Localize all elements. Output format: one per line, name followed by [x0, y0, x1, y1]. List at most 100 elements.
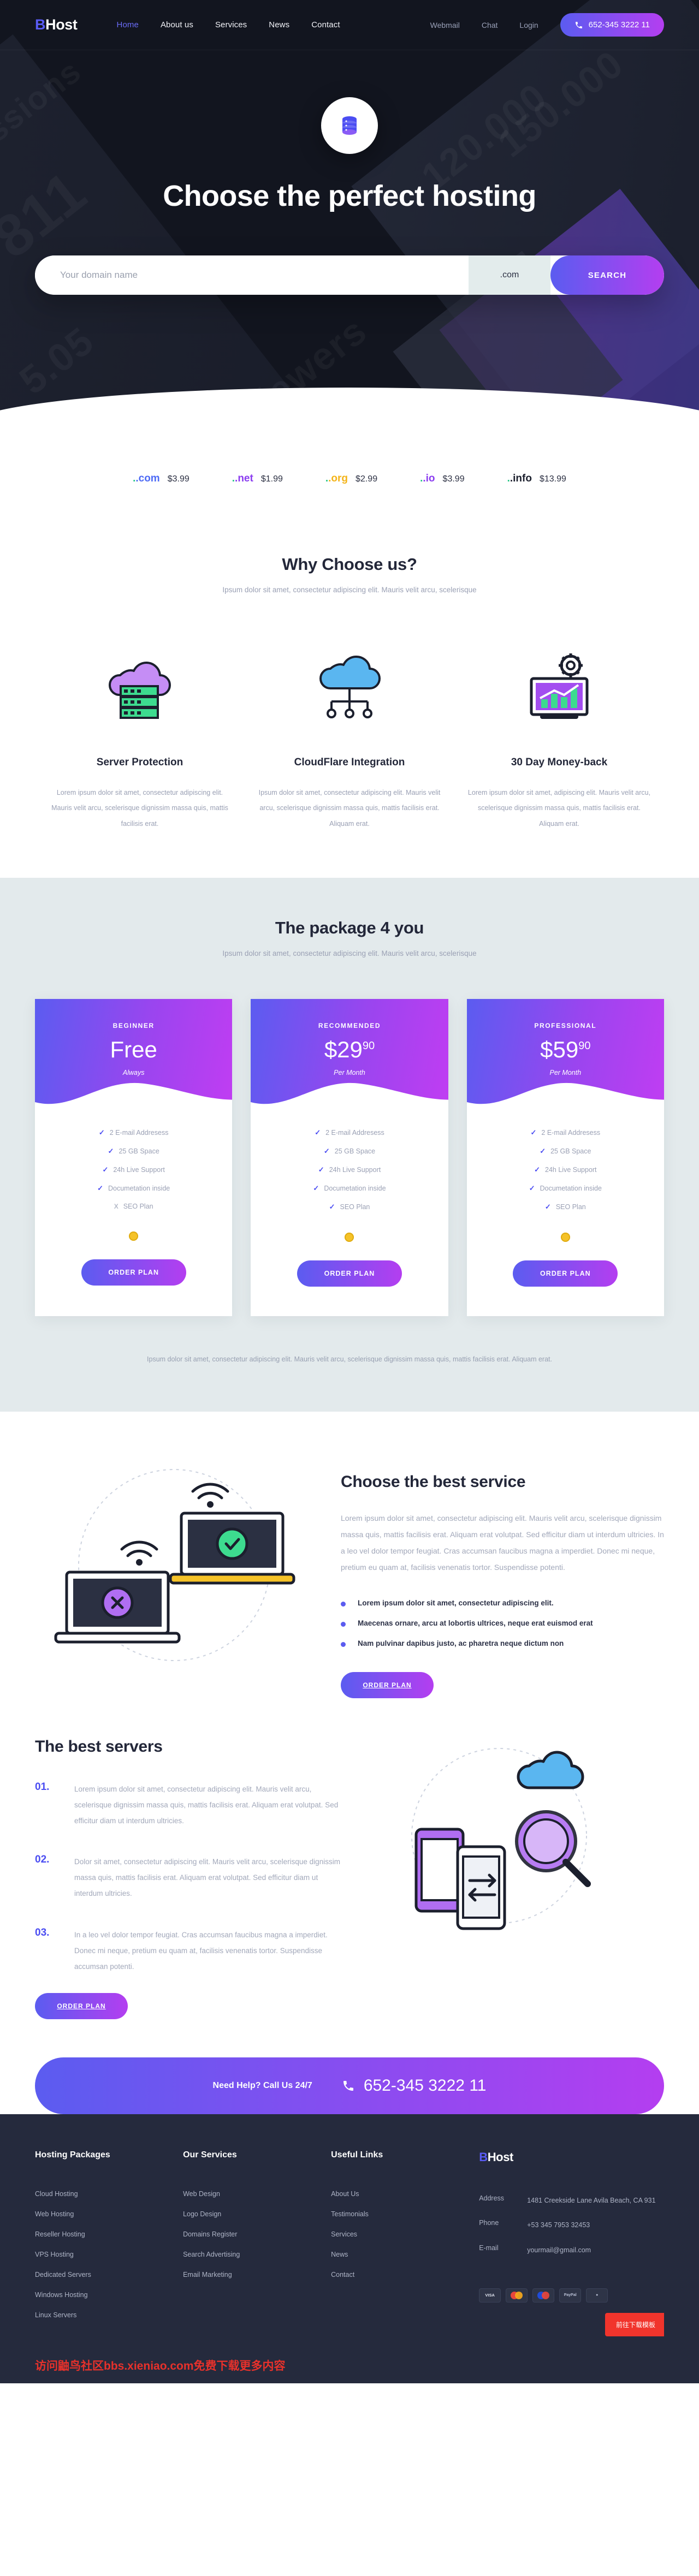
tld-price: $3.99 — [442, 474, 465, 484]
best-service-section: Choose the best service Lorem ipsum dolo… — [0, 1412, 699, 1699]
phone-icon — [575, 21, 582, 28]
nav-item-about-us[interactable]: About us — [161, 20, 193, 29]
payment-card-list: VISA PayPal ● — [479, 2288, 664, 2303]
footer-link[interactable]: Testimonials — [331, 2210, 369, 2218]
plan-feature: ✓ SEO Plan — [467, 1198, 664, 1216]
plan-feature-label: 24h Live Support — [113, 1165, 165, 1174]
feature-card: CloudFlare Integration Ipsum dolor sit a… — [245, 639, 454, 832]
plan-feature-label: 24h Live Support — [545, 1165, 597, 1174]
check-icon: ✓ — [323, 1146, 330, 1155]
list-item: Contact — [331, 2265, 479, 2285]
footer-column-contact: BHost Address 1481 Creekside Lane Avila … — [479, 2150, 664, 2325]
plan-feature: ✓ 25 GB Space — [251, 1142, 448, 1161]
footer-link[interactable]: Windows Hosting — [35, 2291, 88, 2299]
footer-link[interactable]: VPS Hosting — [35, 2251, 74, 2258]
servers-order-plan-button[interactable]: ORDER PLAN — [35, 1992, 128, 2019]
plan-feature: ✓ 25 GB Space — [467, 1142, 664, 1161]
utility-link-webmail[interactable]: Webmail — [430, 21, 460, 29]
list-item: Linux Servers — [35, 2305, 183, 2325]
nav-item-services[interactable]: Services — [215, 20, 247, 29]
coin-icon — [560, 1232, 570, 1242]
mastercard-card-icon — [506, 2288, 528, 2303]
list-item: Search Advertising — [183, 2245, 331, 2265]
hero-section: 811 5.05 150.000 120.000 ssions viewers … — [0, 0, 699, 453]
bullet-dot-icon — [341, 1642, 346, 1647]
cross-icon: X — [114, 1202, 119, 1210]
check-icon: ✓ — [102, 1165, 109, 1174]
utility-link-chat[interactable]: Chat — [482, 21, 498, 29]
plan-price-amount: $29 — [324, 1036, 363, 1062]
order-plan-button[interactable]: ORDER PLAN — [513, 1260, 618, 1287]
order-plan-button[interactable]: ORDER PLAN — [297, 1260, 402, 1287]
server-item-text: In a leo vel dolor tempor feugiat. Cras … — [74, 1930, 328, 1971]
order-plan-button[interactable]: ORDER PLAN — [81, 1259, 186, 1286]
footer-link[interactable]: Contact — [331, 2271, 354, 2278]
header-phone-number: 652-345 3222 11 — [588, 20, 650, 29]
pricing-section: The package 4 you Ipsum dolor sit amet, … — [0, 877, 699, 1412]
plan-feature: ✓ 2 E-mail Addresess — [467, 1123, 664, 1142]
footer-brand-logo[interactable]: BHost — [479, 2150, 664, 2164]
tld-price: $3.99 — [167, 474, 189, 484]
brand-logo-prefix: B — [479, 2150, 488, 2164]
feature-title: CloudFlare Integration — [294, 756, 405, 768]
tld-name: .net — [235, 473, 253, 484]
header-phone-button[interactable]: 652-345 3222 11 — [560, 13, 664, 37]
tld-item[interactable]: ..info $13.99 — [507, 473, 566, 485]
tld-item[interactable]: ..com $3.99 — [133, 473, 189, 485]
site-header: BHost Home About us Services News Contac… — [0, 0, 699, 50]
hero-bg-number: 5.05 — [11, 318, 102, 403]
footer-link[interactable]: Domains Register — [183, 2230, 237, 2238]
footer-contact-table: Address 1481 Creekside Lane Avila Beach,… — [479, 2188, 664, 2263]
plan-feature-label: SEO Plan — [340, 1203, 370, 1211]
tld-name: .info — [510, 473, 532, 484]
footer-link[interactable]: Cloud Hosting — [35, 2190, 78, 2198]
footer-link[interactable]: Search Advertising — [183, 2251, 240, 2258]
tld-item[interactable]: ..io $3.99 — [420, 473, 465, 485]
check-icon: ✓ — [329, 1202, 335, 1211]
plan-feature: ✓ 24h Live Support — [35, 1161, 232, 1179]
service-order-plan-button[interactable]: ORDER PLAN — [341, 1672, 434, 1699]
paypal-card-icon: PayPal — [559, 2288, 582, 2303]
tld-select[interactable]: .com — [469, 255, 550, 295]
footer-column-hosting-packages: Hosting Packages Cloud Hosting Web Hosti… — [35, 2150, 183, 2325]
cta-phone[interactable]: 652-345 3222 11 — [342, 2077, 486, 2095]
servers-text-block: The best servers 01. Lorem ipsum dolor s… — [35, 1738, 341, 2019]
footer-link[interactable]: Email Marketing — [183, 2271, 232, 2278]
plan-feature-label: 25 GB Space — [550, 1147, 591, 1155]
footer-link[interactable]: News — [331, 2251, 348, 2258]
tld-price-strip: ..com $3.99 ..net $1.99 ..org $2.99 ..io… — [0, 453, 699, 519]
check-icon: ✓ — [529, 1183, 535, 1192]
watermark-download-chip[interactable]: 前往下载模板 — [605, 2312, 664, 2336]
tld-item[interactable]: ..org $2.99 — [325, 473, 377, 485]
footer-link[interactable]: Logo Design — [183, 2210, 221, 2218]
nav-item-contact[interactable]: Contact — [311, 20, 340, 29]
footer-link[interactable]: Dedicated Servers — [35, 2271, 91, 2278]
footer-link[interactable]: Web Design — [183, 2190, 220, 2198]
footer-link[interactable]: Web Hosting — [35, 2210, 74, 2218]
footer-contact-value: yourmail@gmail.com — [527, 2246, 591, 2254]
feature-text: Lorem ipsum dolor sit amet, adipiscing e… — [467, 788, 651, 828]
tld-name: .com — [135, 473, 160, 484]
check-icon: ✓ — [108, 1146, 114, 1155]
tld-item[interactable]: ..net $1.99 — [232, 473, 283, 485]
hero-content: Choose the perfect hosting — [0, 50, 699, 213]
footer-column-useful-links: Useful Links About Us Testimonials Servi… — [331, 2150, 479, 2325]
plan-feature-label: 24h Live Support — [329, 1165, 381, 1174]
nav-item-news[interactable]: News — [269, 20, 289, 29]
footer-column-title: Hosting Packages — [35, 2150, 110, 2159]
utility-link-login[interactable]: Login — [519, 21, 538, 29]
brand-logo[interactable]: BHost — [35, 16, 78, 33]
pricing-note: Ipsum dolor sit amet, consectetur adipis… — [147, 1355, 552, 1363]
list-item: Services — [331, 2224, 479, 2245]
footer-link[interactable]: Linux Servers — [35, 2311, 76, 2319]
why-choose-title: Why Choose us? — [282, 555, 417, 574]
domain-search-input[interactable] — [35, 255, 469, 295]
domain-search-button[interactable]: SEARCH — [550, 255, 664, 295]
footer-link[interactable]: Services — [331, 2230, 357, 2238]
footer-link[interactable]: Reseller Hosting — [35, 2230, 85, 2238]
why-choose-header: Why Choose us? Ipsum dolor sit amet, con… — [0, 555, 699, 597]
nav-item-home[interactable]: Home — [117, 20, 139, 29]
footer-link[interactable]: About Us — [331, 2190, 359, 2198]
plan-body: ✓ 2 E-mail Addresess ✓ 25 GB Space ✓ 24h Li… — [35, 1106, 232, 1286]
service-bullet: Maecenas ornare, arcu at lobortis ultric… — [341, 1613, 664, 1633]
